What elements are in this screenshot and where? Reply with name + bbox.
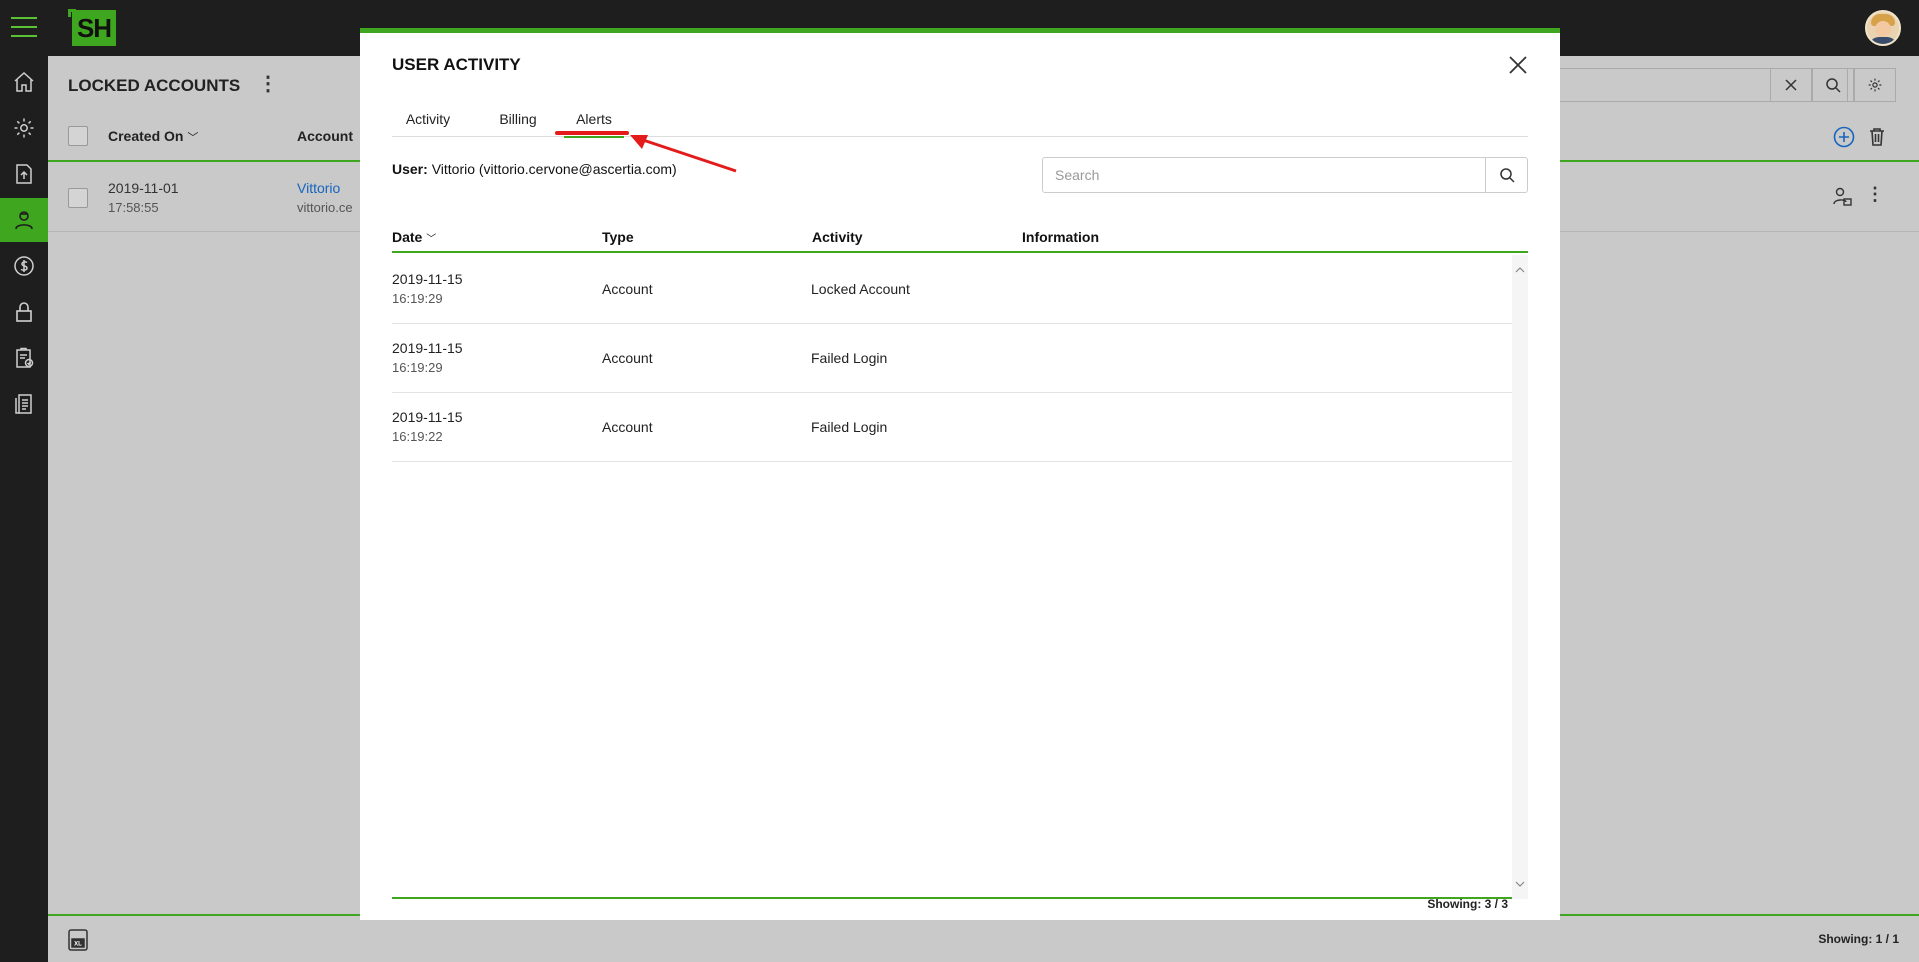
table-row[interactable]: 2019-11-15 16:19:29 Account Locked Accou…: [392, 255, 1512, 324]
row-checkbox[interactable]: [68, 188, 88, 208]
lock-icon[interactable]: [0, 290, 48, 334]
search-icon[interactable]: [1485, 157, 1528, 193]
row-created-date: 2019-11-01: [108, 180, 179, 196]
svg-text:XL: XL: [74, 942, 82, 948]
modal-title: USER ACTIVITY: [392, 55, 521, 74]
table-row[interactable]: 2019-11-15 16:19:22 Account Failed Login: [392, 393, 1512, 462]
row-date: 2019-11-15: [392, 409, 463, 425]
page-footer: XL Showing: 1 / 1: [48, 914, 1919, 962]
scroll-up-icon[interactable]: [1515, 265, 1525, 275]
row-created-time: 17:58:55: [108, 200, 159, 215]
activity-table-body: 2019-11-15 16:19:29 Account Locked Accou…: [392, 255, 1528, 899]
background-search-button[interactable]: [1812, 68, 1854, 102]
users-icon[interactable]: [0, 198, 48, 242]
table-row[interactable]: 2019-11-15 16:19:29 Account Failed Login: [392, 324, 1512, 393]
export-excel-icon[interactable]: XL: [66, 928, 90, 952]
delete-icon[interactable]: [1866, 126, 1888, 148]
user-info: User: Vittorio (vittorio.cervone@ascerti…: [392, 161, 677, 177]
user-value: Vittorio (vittorio.cervone@ascertia.com): [431, 161, 677, 177]
row-type: Account: [602, 350, 653, 366]
column-account[interactable]: Account: [297, 128, 353, 144]
row-date: 2019-11-15: [392, 340, 463, 356]
unlock-user-icon[interactable]: [1832, 186, 1852, 206]
tab-billing[interactable]: Billing: [488, 101, 548, 137]
clear-search-button[interactable]: [1770, 68, 1812, 102]
row-activity: Failed Login: [811, 419, 888, 435]
row-account-email: vittorio.ce: [297, 200, 353, 215]
row-activity: Locked Account: [811, 281, 910, 297]
app-logo[interactable]: SH: [72, 10, 116, 46]
user-activity-modal: USER ACTIVITY Activity Billing Alerts Us…: [360, 28, 1560, 920]
column-date[interactable]: Date ﹀: [392, 229, 436, 245]
page-menu-icon[interactable]: ⋮: [258, 74, 278, 94]
modal-showing-count: Showing: 3 / 3: [1427, 897, 1508, 911]
column-type: Type: [602, 229, 634, 245]
sidebar: [0, 56, 48, 962]
upload-icon[interactable]: [0, 152, 48, 196]
scroll-down-icon[interactable]: [1515, 879, 1525, 889]
activity-table-header: Date ﹀ Type Activity Information: [392, 219, 1528, 253]
row-activity: Failed Login: [811, 350, 888, 366]
reports-icon[interactable]: [0, 382, 48, 426]
background-showing-count: Showing: 1 / 1: [1818, 932, 1899, 946]
page-title: LOCKED ACCOUNTS: [68, 76, 241, 95]
row-time: 16:19:29: [392, 360, 443, 375]
activity-search-input[interactable]: [1042, 157, 1486, 193]
row-account-name[interactable]: Vittorio: [297, 180, 340, 196]
column-information: Information: [1022, 229, 1099, 245]
gear-icon[interactable]: [0, 106, 48, 150]
row-date: 2019-11-15: [392, 271, 463, 287]
menu-icon[interactable]: [11, 17, 37, 39]
tab-activity[interactable]: Activity: [392, 101, 464, 137]
row-type: Account: [602, 281, 653, 297]
settings-button[interactable]: [1854, 68, 1896, 102]
home-icon[interactable]: [0, 60, 48, 104]
table-scrollbar[interactable]: [1512, 255, 1528, 899]
column-created-on[interactable]: Created On ﹀: [108, 128, 198, 145]
billing-icon[interactable]: [0, 244, 48, 288]
close-icon[interactable]: [1506, 53, 1530, 77]
user-label: User:: [392, 161, 428, 177]
annotation-underline: [555, 131, 629, 135]
row-type: Account: [602, 419, 653, 435]
clipboard-check-icon[interactable]: [0, 336, 48, 380]
user-avatar[interactable]: [1865, 10, 1901, 46]
add-icon[interactable]: [1833, 126, 1855, 148]
row-time: 16:19:29: [392, 291, 443, 306]
column-activity: Activity: [812, 229, 863, 245]
row-menu-icon[interactable]: ⋮: [1866, 184, 1884, 205]
row-time: 16:19:22: [392, 429, 443, 444]
select-all-checkbox[interactable]: [68, 126, 88, 146]
